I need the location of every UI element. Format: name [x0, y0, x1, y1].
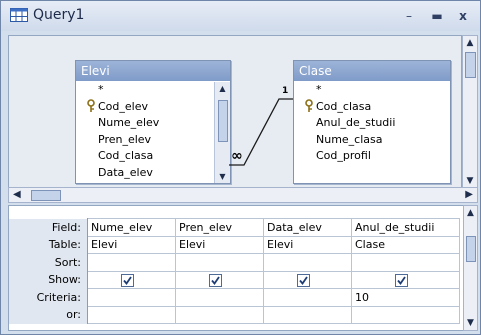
show-checkbox[interactable] [395, 273, 408, 287]
grid-row-field: Field: Nume_elev Pren_elev Data_elev Anu… [9, 218, 460, 237]
scroll-up-arrow-icon[interactable]: ▲ [465, 38, 475, 48]
grid-cell-or[interactable] [263, 305, 352, 324]
grid-cell-show [351, 270, 460, 289]
row-label-show: Show: [9, 271, 88, 289]
relationship-one-label: 1 [282, 86, 289, 96]
grid-cell-table[interactable]: Elevi [87, 235, 176, 254]
grid-cell-field[interactable]: Anul_de_studii [351, 218, 460, 237]
scroll-right-arrow-icon[interactable]: ▶ [465, 188, 473, 202]
design-grid-table: Field: Nume_elev Pren_elev Data_elev Anu… [9, 218, 460, 324]
table-pane[interactable]: Elevi * Cod_elev Nume_elev Pren_elev Cod… [8, 35, 462, 189]
close-button[interactable]: x [455, 9, 471, 23]
grid-row-criteria: Criteria: 10 [9, 288, 460, 307]
scroll-thumb[interactable] [31, 190, 61, 201]
row-label-or: or: [9, 306, 88, 324]
row-label-criteria: Criteria: [9, 288, 88, 306]
query-window: Query1 – ▬ x Elevi * Cod_elev Nume_elev … [0, 0, 481, 335]
checkmark-icon [397, 275, 406, 285]
grid-row-show: Show: [9, 270, 460, 289]
grid-cell-or[interactable] [175, 305, 264, 324]
scroll-down-arrow-icon[interactable]: ▼ [465, 176, 475, 186]
grid-cell-field[interactable]: Data_elev [263, 218, 352, 237]
maximize-button[interactable]: ▬ [429, 9, 445, 23]
grid-cell-or[interactable] [87, 305, 176, 324]
checkmark-icon [123, 275, 132, 285]
query-design-grid[interactable]: Field: Nume_elev Pren_elev Data_elev Anu… [8, 205, 465, 331]
design-pane-vertical-scrollbar[interactable]: ▲ ▼ [462, 35, 478, 189]
query-app-icon [10, 8, 28, 22]
relationship-line[interactable] [9, 36, 461, 188]
show-checkbox[interactable] [121, 273, 134, 287]
grid-cell-criteria[interactable]: 10 [351, 288, 460, 307]
grid-cell-criteria[interactable] [87, 288, 176, 307]
grid-cell-sort[interactable] [175, 253, 264, 272]
grid-cell-or[interactable] [351, 305, 460, 324]
show-checkbox[interactable] [297, 273, 310, 287]
scroll-left-arrow-icon[interactable]: ◀ [13, 188, 21, 202]
checkmark-icon [211, 275, 220, 285]
row-label-field: Field: [9, 218, 88, 236]
row-label-sort: Sort: [9, 253, 88, 271]
window-title: Query1 [33, 7, 85, 23]
grid-cell-sort[interactable] [263, 253, 352, 272]
minimize-button[interactable]: – [401, 9, 417, 23]
grid-row-table: Table: Elevi Elevi Elevi Clase [9, 235, 460, 254]
show-checkbox[interactable] [209, 273, 222, 287]
scroll-up-arrow-icon[interactable]: ▲ [465, 208, 476, 218]
row-label-table: Table: [9, 236, 88, 254]
grid-cell-table[interactable]: Elevi [263, 235, 352, 254]
grid-cell-show [175, 270, 264, 289]
scroll-down-arrow-icon[interactable]: ▼ [465, 318, 476, 328]
grid-cell-field[interactable]: Nume_elev [87, 218, 176, 237]
title-bar[interactable]: Query1 – ▬ x [1, 1, 480, 31]
grid-cell-criteria[interactable] [175, 288, 264, 307]
design-pane-horizontal-scrollbar[interactable]: ◀ ▶ [8, 187, 478, 203]
checkmark-icon [299, 275, 308, 285]
scroll-thumb[interactable] [465, 52, 476, 78]
grid-cell-show [87, 270, 176, 289]
grid-row-sort: Sort: [9, 253, 460, 272]
grid-cell-criteria[interactable] [263, 288, 352, 307]
grid-cell-show [263, 270, 352, 289]
grid-cell-field[interactable]: Pren_elev [175, 218, 264, 237]
relationship-many-label: ∞ [231, 148, 243, 164]
grid-cell-table[interactable]: Clase [351, 235, 460, 254]
grid-vertical-scrollbar[interactable]: ▲ ▼ [463, 205, 478, 331]
scroll-thumb[interactable] [466, 236, 476, 262]
grid-cell-table[interactable]: Elevi [175, 235, 264, 254]
grid-cell-sort[interactable] [87, 253, 176, 272]
grid-row-or: or: [9, 305, 460, 324]
grid-cell-sort[interactable] [351, 253, 460, 272]
